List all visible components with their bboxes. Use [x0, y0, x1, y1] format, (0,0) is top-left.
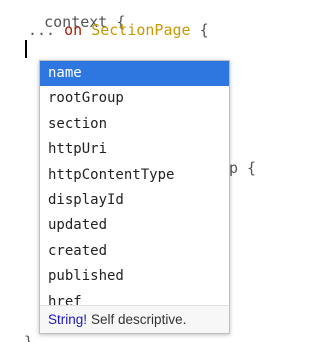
autocomplete-item-updated[interactable]: updated [40, 213, 229, 238]
autocomplete-list: name rootGroup section httpUri httpContentTy… [40, 61, 229, 305]
autocomplete-item-displayid[interactable]: displayId [40, 188, 229, 213]
spread-ellipsis: ... [28, 21, 56, 39]
autocomplete-popup: name rootGroup section httpUri httpContentTy… [39, 60, 230, 334]
field-description: Self descriptive. [91, 312, 187, 327]
autocomplete-item-href[interactable]: href [40, 290, 229, 305]
autocomplete-item-httpcontenttype[interactable]: httpContentType [40, 163, 229, 188]
autocomplete-item-published[interactable]: published [40, 264, 229, 289]
graphql-editor[interactable]: context { ... on SectionPage { p { } nam… [0, 0, 257, 342]
autocomplete-item-name[interactable]: name [40, 61, 229, 87]
autocomplete-item-created[interactable]: created [40, 239, 229, 264]
autocomplete-item-section[interactable]: section [40, 112, 229, 137]
autocomplete-info: String! Self descriptive. [40, 305, 229, 333]
code-line-fragment-spread: ... on SectionPage { [28, 20, 209, 40]
type-condition: SectionPage [91, 21, 191, 39]
open-brace: { [199, 21, 209, 39]
autocomplete-item-rootgroup[interactable]: rootGroup [40, 86, 229, 111]
text-cursor [25, 40, 27, 58]
field-type: String! [48, 312, 88, 327]
autocomplete-item-httpuri[interactable]: httpUri [40, 137, 229, 162]
occluded-code-fragment: p { [229, 159, 257, 177]
on-keyword: on [64, 21, 83, 39]
closing-brace: } [24, 333, 34, 342]
